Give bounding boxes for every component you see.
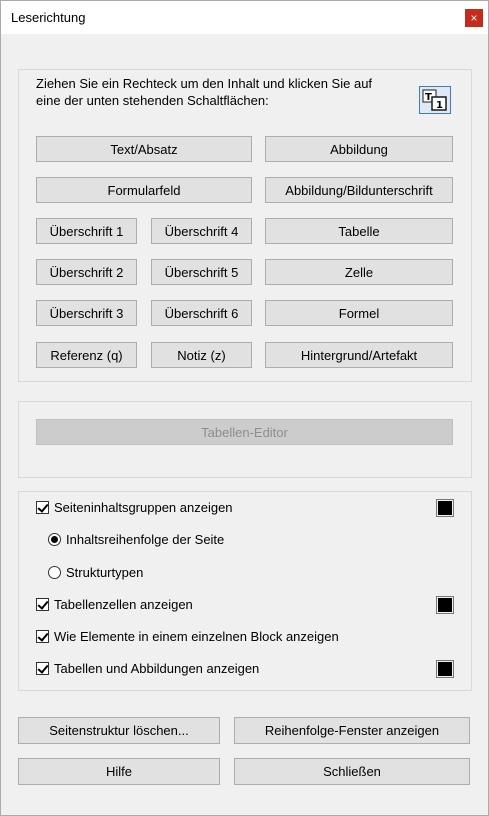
show-tables-figures-label: Tabellen und Abbildungen anzeigen [54,661,260,676]
single-block-checkbox[interactable] [36,630,49,643]
svg-text:1: 1 [436,100,443,111]
page-content-order-label: Inhaltsreihenfolge der Seite [66,532,225,547]
single-block-label: Wie Elemente in einem einzelnen Block an… [54,629,339,644]
show-tables-figures-option[interactable]: Tabellen und Abbildungen anzeigen [36,661,259,676]
instructions-line-1: Ziehen Sie ein Rechteck um den Inhalt un… [36,76,373,91]
heading-2-button[interactable]: Überschrift 2 [36,259,137,285]
svg-text:T: T [425,92,432,103]
text-paragraph-button[interactable]: Text/Absatz [36,136,252,162]
instructions-text: Ziehen Sie ein Rechteck um den Inhalt un… [36,75,406,109]
heading-4-button[interactable]: Überschrift 4 [151,218,252,244]
help-button[interactable]: Hilfe [18,758,220,785]
single-block-option[interactable]: Wie Elemente in einem einzelnen Block an… [36,629,339,644]
table-editor-button[interactable]: Tabellen-Editor [36,419,453,445]
page-content-order-option[interactable]: Inhaltsreihenfolge der Seite [48,532,224,547]
structure-types-radio[interactable] [48,566,61,579]
draw-rectangle-tool-icon[interactable]: T 1 [419,86,451,114]
structure-types-label: Strukturtypen [66,565,144,580]
show-table-cells-option[interactable]: Tabellenzellen anzeigen [36,597,193,612]
title-bar[interactable]: Leserichtung × [1,1,488,34]
dialog-title: Leserichtung [11,10,86,25]
show-content-groups-checkbox[interactable] [36,501,49,514]
show-content-groups-label: Seiteninhaltsgruppen anzeigen [54,500,233,515]
heading-3-button[interactable]: Überschrift 3 [36,300,137,326]
close-icon[interactable]: × [465,9,483,27]
reference-button[interactable]: Referenz (q) [36,342,137,368]
show-content-groups-option[interactable]: Seiteninhaltsgruppen anzeigen [36,500,233,515]
heading-6-button[interactable]: Überschrift 6 [151,300,252,326]
formula-button[interactable]: Formel [265,300,453,326]
heading-1-button[interactable]: Überschrift 1 [36,218,137,244]
cell-button[interactable]: Zelle [265,259,453,285]
table-button[interactable]: Tabelle [265,218,453,244]
page-content-order-radio[interactable] [48,533,61,546]
show-tables-figures-checkbox[interactable] [36,662,49,675]
close-button[interactable]: Schließen [234,758,470,785]
figure-caption-button[interactable]: Abbildung/Bildunterschrift [265,177,453,203]
background-artifact-button[interactable]: Hintergrund/Artefakt [265,342,453,368]
instructions-line-2: eine der unten stehenden Schaltflächen: [36,93,269,108]
form-field-button[interactable]: Formularfeld [36,177,252,203]
heading-5-button[interactable]: Überschrift 5 [151,259,252,285]
content-groups-color-swatch[interactable] [436,499,454,517]
show-order-panel-button[interactable]: Reihenfolge-Fenster anzeigen [234,717,470,744]
note-button[interactable]: Notiz (z) [151,342,252,368]
figure-button[interactable]: Abbildung [265,136,453,162]
reading-order-dialog: Leserichtung × Ziehen Sie ein Rechteck u… [0,0,489,816]
show-table-cells-checkbox[interactable] [36,598,49,611]
clear-page-structure-button[interactable]: Seitenstruktur löschen... [18,717,220,744]
structure-types-option[interactable]: Strukturtypen [48,565,143,580]
tables-figures-color-swatch[interactable] [436,660,454,678]
show-table-cells-label: Tabellenzellen anzeigen [54,597,193,612]
table-cells-color-swatch[interactable] [436,596,454,614]
